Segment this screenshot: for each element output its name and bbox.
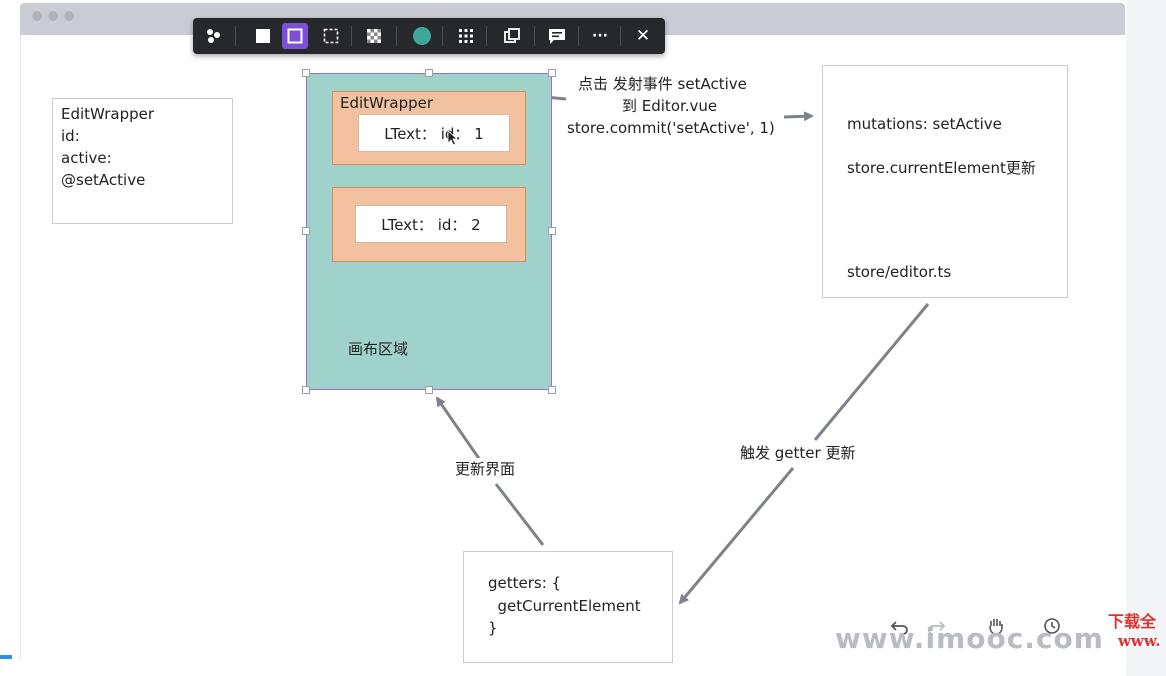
mouse-cursor-icon	[447, 130, 459, 146]
arrow-to-canvas	[435, 396, 482, 461]
resize-handle-tl[interactable]	[302, 69, 310, 77]
resize-handle-tr[interactable]	[548, 69, 556, 77]
canvas-area-label: 画布区域	[348, 340, 409, 358]
download-banner-url: www.	[1118, 632, 1161, 650]
square-outline-icon[interactable]	[282, 23, 308, 49]
toolbar-divider	[486, 26, 487, 46]
square-fill-icon[interactable]	[250, 23, 276, 49]
getters-line-2: getCurrentElement	[488, 597, 641, 615]
resize-handle-ml[interactable]	[302, 227, 310, 235]
current-element-line: store.currentElement更新	[847, 159, 1036, 177]
props-line-3: active:	[61, 149, 112, 167]
getters-line-3: }	[488, 619, 498, 637]
mutations-line: mutations: setActive	[847, 115, 1002, 133]
checker-icon[interactable]	[361, 23, 387, 49]
toolbar-divider	[351, 26, 352, 46]
arrow-mutations-to-label	[813, 303, 930, 441]
props-line-1: EditWrapper	[61, 105, 155, 123]
resize-handle-mr[interactable]	[548, 227, 556, 235]
toolbar-divider	[442, 26, 443, 46]
toolbar-divider	[534, 26, 535, 46]
bubbles-icon[interactable]	[201, 23, 227, 49]
arrow-to-getters	[678, 467, 795, 605]
comment-icon[interactable]	[544, 23, 570, 49]
site-watermark: www.imooc.com	[835, 622, 1104, 655]
duplicate-icon[interactable]	[499, 23, 525, 49]
color-circle-icon[interactable]	[409, 23, 435, 49]
annotation-line-1: 点击 发射事件 setActive	[578, 75, 747, 93]
toolbar-divider	[235, 26, 236, 46]
resize-handle-bl[interactable]	[302, 386, 310, 394]
toolbar-divider	[578, 26, 579, 46]
canvas-region[interactable]: EditWrapper LText： id： 1 LText： id： 2 画布…	[306, 73, 552, 390]
resize-handle-bc[interactable]	[425, 386, 433, 394]
trigger-getter-label: 触发 getter 更新	[738, 442, 858, 464]
edit-wrapper-1[interactable]: EditWrapper LText： id： 1	[332, 91, 526, 165]
resize-handle-br[interactable]	[548, 386, 556, 394]
ltext-item-2[interactable]: LText： id： 2	[355, 205, 507, 243]
getters-box[interactable]: getters: { getCurrentElement }	[463, 551, 673, 663]
arrow-getters-to-label	[494, 483, 545, 546]
more-icon[interactable]: ···	[587, 23, 613, 49]
close-icon[interactable]: ✕	[630, 23, 656, 49]
mutations-box[interactable]: mutations: setActive store.currentElemen…	[822, 65, 1068, 298]
store-file-line: store/editor.ts	[847, 263, 952, 281]
getters-line-1: getters: {	[488, 574, 562, 592]
dashed-square-icon[interactable]	[318, 23, 344, 49]
edit-wrapper-label: EditWrapper	[340, 94, 434, 112]
edit-wrapper-2[interactable]: LText： id： 2	[332, 187, 526, 262]
annotation-line-2: 到 Editor.vue	[622, 97, 718, 115]
edit-wrapper-props-box[interactable]: EditWrapper id: active: @setActive	[52, 98, 233, 224]
props-line-2: id:	[61, 127, 80, 145]
download-banner-text: 下载全	[1108, 612, 1157, 631]
toolbar-divider	[620, 26, 621, 46]
floating-toolbar: ··· ✕	[193, 18, 665, 54]
annotation-line-3: store.commit('setActive', 1)	[567, 119, 775, 137]
toolbar-divider	[396, 26, 397, 46]
arrow-to-mutations	[783, 111, 814, 122]
props-line-4: @setActive	[61, 171, 146, 189]
resize-handle-tc[interactable]	[425, 69, 433, 77]
update-ui-label: 更新界面	[453, 458, 518, 480]
progress-marker	[0, 655, 12, 659]
grid-icon[interactable]	[453, 23, 479, 49]
ltext-item-1[interactable]: LText： id： 1	[358, 114, 510, 152]
